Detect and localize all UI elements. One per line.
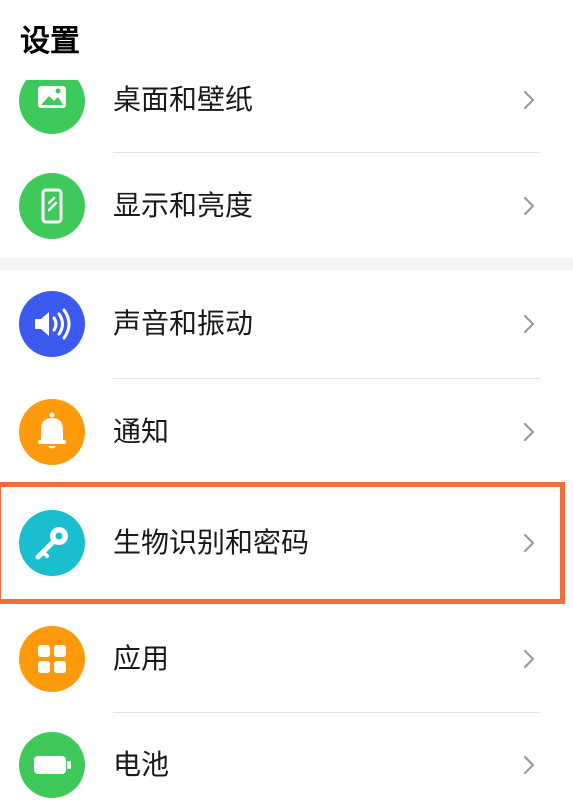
settings-screen: 设置 桌面和壁纸 设置 显示和亮度 [0, 0, 573, 800]
settings-item-display[interactable]: 显示和亮度 [0, 156, 573, 256]
settings-item-label: 声音和振动 [113, 307, 254, 340]
settings-item-label: 通知 [113, 415, 170, 448]
chevron-right-icon [518, 195, 540, 217]
bell-icon [19, 399, 85, 465]
settings-item-label: 应用 [113, 642, 170, 675]
apps-grid-icon [19, 626, 85, 692]
chevron-right-icon [518, 648, 540, 670]
settings-item-notifications[interactable]: 通知 [0, 382, 573, 482]
speaker-icon [19, 291, 85, 357]
display-icon [19, 173, 85, 239]
settings-item-label: 电池 [113, 748, 170, 781]
settings-item-battery[interactable]: 电池 [0, 716, 573, 800]
chevron-right-icon [518, 532, 540, 554]
divider [113, 152, 540, 153]
key-icon [19, 510, 85, 576]
chevron-right-icon [518, 421, 540, 443]
divider [113, 712, 540, 713]
settings-item-biometrics-password[interactable]: 生物识别和密码 [0, 492, 573, 592]
divider [113, 378, 540, 379]
settings-item-label: 桌面和壁纸 [113, 83, 254, 116]
settings-item-label: 生物识别和密码 [113, 526, 310, 559]
settings-item-apps[interactable]: 应用 [0, 608, 573, 708]
battery-icon [19, 732, 85, 798]
section-separator [0, 258, 573, 270]
header-background [0, 0, 573, 80]
chevron-right-icon [518, 754, 540, 776]
settings-item-label: 显示和亮度 [113, 189, 254, 222]
chevron-right-icon [518, 89, 540, 111]
settings-item-sound[interactable]: 声音和振动 [0, 274, 573, 374]
page-title-overlay: 设置 [20, 24, 80, 59]
chevron-right-icon [518, 313, 540, 335]
